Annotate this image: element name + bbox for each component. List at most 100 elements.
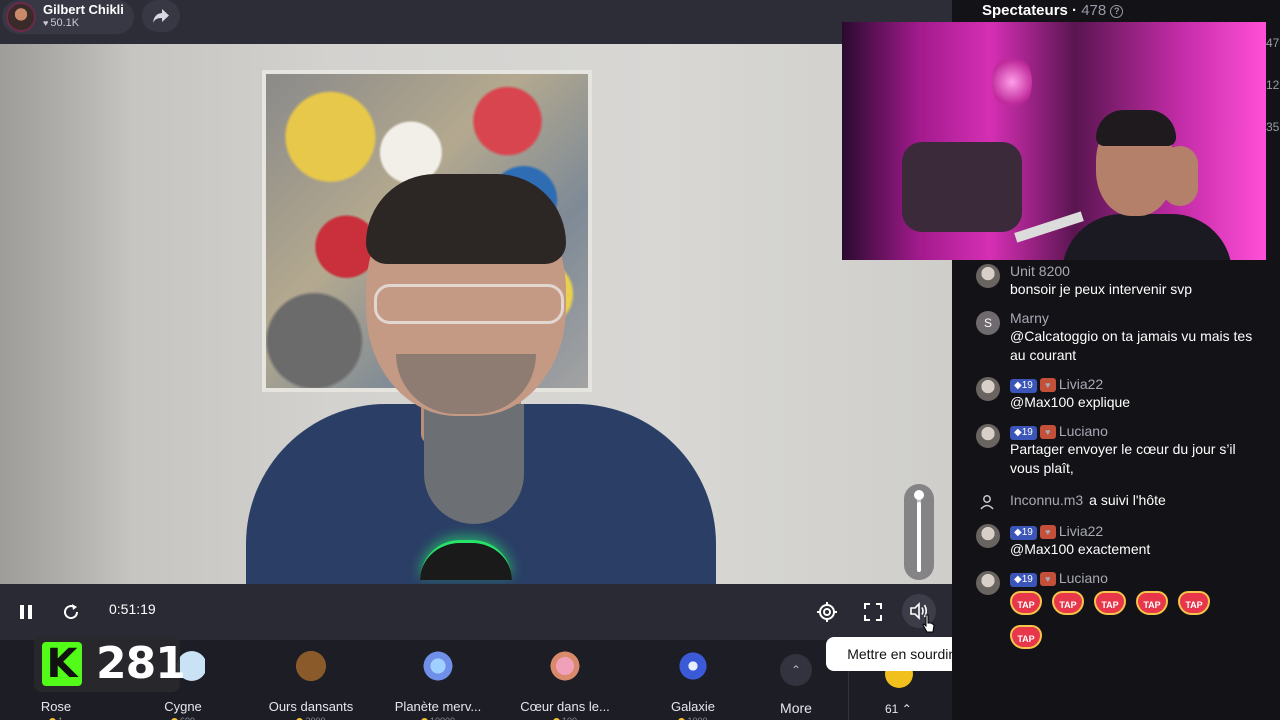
heart-hands-icon <box>543 646 587 686</box>
heart-icon: ♥ <box>43 18 49 28</box>
bear-icon <box>289 646 333 686</box>
gift-price-value: 699 <box>180 716 195 720</box>
guest-body <box>1062 214 1232 260</box>
couch <box>902 142 1022 232</box>
chat-text: @Max100 explique <box>1010 394 1131 410</box>
fullscreen-icon <box>864 603 882 621</box>
host-name[interactable]: Gilbert Chikli <box>43 2 124 17</box>
refresh-icon <box>64 604 79 620</box>
user-avatar[interactable] <box>976 424 1000 448</box>
gift-name: Cygne <box>164 699 202 714</box>
follow-username[interactable]: Inconnu.m3 <box>1010 492 1083 508</box>
guest-hair <box>1096 110 1176 146</box>
gift-price: 1000 <box>633 716 753 720</box>
fan-heart-icon: ♥ <box>1039 425 1056 439</box>
fan-heart-icon: ♥ <box>1039 525 1056 539</box>
user-avatar[interactable] <box>976 524 1000 548</box>
galaxy-icon <box>671 646 715 686</box>
host-likes: ♥ 50.1K <box>43 17 79 29</box>
fullscreen-button[interactable] <box>857 596 889 628</box>
level-value: 19 <box>1021 574 1033 585</box>
volume-track[interactable] <box>917 494 921 572</box>
host-profile-pill[interactable]: Gilbert Chikli ♥ 50.1K <box>2 0 134 34</box>
volume-knob[interactable] <box>914 490 924 500</box>
streamer-collar <box>424 404 524 524</box>
timecode: 0:51:19 <box>109 601 156 617</box>
follow-text: a suivi l'hôte <box>1089 492 1166 508</box>
user-avatar[interactable] <box>976 571 1000 595</box>
chat-username[interactable]: Livia22 <box>1059 523 1103 539</box>
guest-camera-feed[interactable] <box>842 22 1266 260</box>
gift-price: 3000 <box>251 716 371 720</box>
kick-count: 281 <box>96 638 186 689</box>
more-label: More <box>780 700 812 716</box>
follow-event: Inconnu.m3 a suivi l'hôte <box>976 488 1266 512</box>
tap-emote-icon: TAP <box>1010 625 1042 649</box>
gift-name: Planète merv... <box>394 699 482 714</box>
level-value: 19 <box>1021 380 1033 391</box>
chat-message: ◆19 ♥ Livia22 @Max100 exactement <box>976 522 1266 559</box>
chat-messages: Unit 8200 bonsoir je peux intervenir svp… <box>976 262 1266 659</box>
gift-name: Ours dansants <box>268 699 354 714</box>
player-controls: 0:51:19 <box>0 584 952 640</box>
level-badge: ◆19 <box>1010 426 1037 440</box>
replay-button[interactable] <box>55 596 87 628</box>
chat-username[interactable]: Livia22 <box>1059 376 1103 392</box>
tap-emote-icon: TAP <box>1010 591 1042 615</box>
neon-lamp <box>992 52 1032 112</box>
gift-name: Cœur dans le... <box>520 699 610 714</box>
chat-user-line: ◆19 ♥ Livia22 <box>1010 522 1266 540</box>
streamer-figure <box>236 174 726 584</box>
gift-price-value: 1000 <box>687 716 707 720</box>
chat-message: ◆19 ♥ Luciano TAP TAP TAP TAP TAP TAP <box>976 569 1266 649</box>
gift-price-value: 100 <box>562 716 577 720</box>
viewers-count: 478 <box>1081 2 1107 19</box>
gift-name: Rose <box>40 699 72 714</box>
guest-hand <box>1162 146 1198 206</box>
gift-price: 699 <box>123 716 243 720</box>
tap-emote-icon: TAP <box>1178 591 1210 615</box>
kick-coins-overlay: K 281 <box>34 636 186 692</box>
pause-button[interactable] <box>10 596 42 628</box>
info-icon[interactable]: ? <box>1110 5 1124 18</box>
chat-username[interactable]: Luciano <box>1059 570 1108 586</box>
gift-price-value: 10000 <box>430 716 455 720</box>
level-badge: ◆19 <box>1010 573 1037 587</box>
settings-button[interactable] <box>811 596 843 628</box>
tap-emote-icon: TAP <box>1094 591 1126 615</box>
volume-slider[interactable] <box>904 484 934 580</box>
host-likes-count: 50.1K <box>50 17 80 29</box>
video-player: Gilbert Chikli ♥ 50.1K 0:51:19 Rose Cygn… <box>0 0 1010 720</box>
volume-fill <box>917 501 921 572</box>
gift-ours-dansants[interactable]: Ours dansants 3000 <box>251 646 371 720</box>
level-value: 19 <box>1021 527 1033 538</box>
chat-text: Partager envoyer le cœur du jour s’il vo… <box>1010 441 1236 476</box>
gift-coeur[interactable]: Cœur dans le... 100 <box>505 646 625 720</box>
host-avatar[interactable] <box>6 2 36 32</box>
level-value: 19 <box>1021 427 1033 438</box>
coin-balance-count: 61 ⌃ <box>885 702 912 716</box>
edge-number: 35 <box>1266 120 1280 134</box>
gift-price: 10000 <box>378 716 498 720</box>
chat-user-line: ◆19 ♥ Luciano <box>1010 422 1266 440</box>
more-gifts-button[interactable]: ⌃ More <box>770 650 822 720</box>
pause-icon <box>20 605 32 619</box>
chat-user-line: ◆19 ♥ Livia22 <box>1010 375 1266 393</box>
chat-text: bonsoir je peux intervenir svp <box>1010 281 1193 297</box>
share-button[interactable] <box>142 0 180 32</box>
gift-name: Galaxie <box>670 699 716 714</box>
chat-username[interactable]: Marny <box>1010 309 1266 327</box>
fan-heart-icon: ♥ <box>1039 378 1056 392</box>
kick-logo: K <box>42 642 82 686</box>
gift-galaxie[interactable]: Galaxie 1000 <box>633 646 753 720</box>
chat-username[interactable]: Unit 8200 <box>1010 262 1266 280</box>
streamer-hair <box>366 174 566 264</box>
viewers-title: Spectateurs · 478? <box>982 2 1124 19</box>
user-avatar[interactable] <box>976 264 1000 288</box>
chat-username[interactable]: Luciano <box>1059 423 1108 439</box>
gift-planete[interactable]: Planète merv... 10000 <box>378 646 498 720</box>
user-avatar[interactable] <box>976 377 1000 401</box>
video-frame[interactable] <box>0 44 952 584</box>
user-avatar[interactable]: S <box>976 311 1000 335</box>
streamer-glasses <box>374 284 564 324</box>
